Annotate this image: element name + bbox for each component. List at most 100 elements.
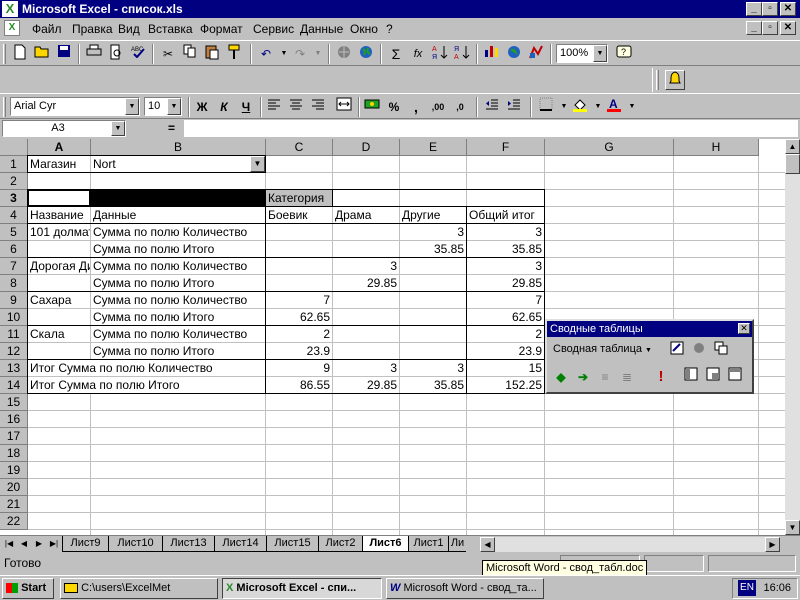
font-size-select[interactable]: 10 ▼ bbox=[144, 97, 182, 116]
select-data-icon[interactable] bbox=[703, 367, 723, 387]
cell-f11[interactable]: 2 bbox=[467, 326, 544, 342]
cell-e6[interactable]: 35.85 bbox=[400, 241, 466, 257]
align-left-icon[interactable] bbox=[264, 97, 284, 117]
chart-wizard-icon[interactable] bbox=[482, 44, 502, 64]
name-box[interactable]: A3 ▼ bbox=[2, 120, 126, 137]
restore-button[interactable]: ▫ bbox=[762, 2, 778, 16]
cell-b6[interactable]: Сумма по полю Итого bbox=[91, 241, 265, 257]
horizontal-scrollbar[interactable]: ◀ ▶ bbox=[480, 537, 780, 552]
formula-input[interactable] bbox=[184, 120, 798, 137]
open-icon[interactable] bbox=[32, 44, 52, 64]
row-header[interactable]: 14 bbox=[0, 377, 28, 394]
font-color-icon[interactable]: А bbox=[604, 97, 624, 117]
cell-f12[interactable]: 23.9 bbox=[467, 343, 544, 359]
align-right-icon[interactable] bbox=[308, 97, 328, 117]
row-header[interactable]: 9 bbox=[0, 292, 28, 309]
show-detail-icon[interactable]: ≣ bbox=[617, 367, 637, 387]
spelling-icon[interactable]: ABC bbox=[128, 44, 148, 64]
row-header[interactable]: 16 bbox=[0, 411, 28, 428]
row-header[interactable]: 8 bbox=[0, 275, 28, 292]
menu-edit[interactable]: Правка bbox=[72, 22, 113, 36]
borders-icon[interactable] bbox=[536, 97, 556, 117]
row-header[interactable]: 4 bbox=[0, 207, 28, 224]
row-header[interactable]: 3 bbox=[0, 190, 28, 207]
close-button[interactable]: ✕ bbox=[780, 2, 796, 16]
cell-b11[interactable]: Сумма по полю Количество bbox=[91, 326, 265, 342]
cell-f5[interactable]: 3 bbox=[467, 224, 544, 240]
row-header[interactable]: 11 bbox=[0, 326, 28, 343]
menu-view[interactable]: Вид bbox=[118, 22, 140, 36]
bold-button[interactable]: Ж bbox=[192, 97, 212, 117]
cell-e14[interactable]: 35.85 bbox=[400, 377, 466, 393]
scroll-down-icon[interactable]: ▼ bbox=[785, 520, 800, 535]
cell-f9[interactable]: 7 bbox=[467, 292, 544, 308]
cell-b9[interactable]: Сумма по полю Количество bbox=[91, 292, 265, 308]
fill-color-icon[interactable] bbox=[570, 97, 590, 117]
scroll-up-icon[interactable]: ▲ bbox=[785, 139, 800, 154]
sheet-tab[interactable]: Лист13 bbox=[162, 536, 214, 552]
cell-c3[interactable]: Категория bbox=[266, 190, 332, 206]
pivot-table-menu[interactable]: Сводная таблица ▼ bbox=[553, 343, 652, 355]
sheet-tab[interactable]: Лист14 bbox=[214, 536, 266, 552]
group-icon[interactable]: ➔ bbox=[573, 367, 593, 387]
cell-f4[interactable]: Общий итог bbox=[467, 207, 544, 223]
toolbar-grip[interactable] bbox=[3, 44, 6, 64]
underline-button[interactable]: Ч bbox=[236, 97, 256, 117]
menu-window[interactable]: Окно bbox=[350, 22, 378, 36]
sheet-tab[interactable]: Лист15 bbox=[266, 536, 318, 552]
undo-icon[interactable]: ↶ bbox=[256, 44, 276, 64]
cell-f8[interactable]: 29.85 bbox=[467, 275, 544, 291]
web-toolbar-icon[interactable] bbox=[356, 44, 376, 64]
start-button[interactable]: Start bbox=[2, 578, 54, 599]
column-header[interactable]: G bbox=[545, 139, 674, 156]
row-header[interactable]: 17 bbox=[0, 428, 28, 445]
cell-a4[interactable]: Название bbox=[28, 207, 90, 223]
cell-c9[interactable]: 7 bbox=[266, 292, 332, 308]
font-color-dropdown-icon[interactable]: ▼ bbox=[622, 97, 642, 117]
doc-restore-button[interactable]: ▫ bbox=[762, 21, 778, 35]
cell-a1[interactable]: Магазин bbox=[28, 156, 90, 172]
cell-c13[interactable]: 9 bbox=[266, 360, 332, 376]
cell-e5[interactable]: 3 bbox=[400, 224, 466, 240]
cell-c11[interactable]: 2 bbox=[266, 326, 332, 342]
percent-button[interactable]: % bbox=[384, 97, 404, 117]
cell-d13[interactable]: 3 bbox=[333, 360, 399, 376]
cell-a11[interactable]: Скала bbox=[28, 326, 90, 342]
redo-dropdown-icon[interactable]: ▼ bbox=[308, 44, 328, 64]
cell-f7[interactable]: 3 bbox=[467, 258, 544, 274]
equals-button[interactable]: = bbox=[168, 121, 175, 135]
toolbar-grip[interactable] bbox=[3, 97, 6, 117]
cell-f13[interactable]: 15 bbox=[467, 360, 544, 376]
align-center-icon[interactable] bbox=[286, 97, 306, 117]
sheet-tab[interactable]: Лист1 bbox=[408, 536, 448, 552]
scroll-thumb[interactable] bbox=[785, 154, 800, 174]
cell-f10[interactable]: 62.65 bbox=[467, 309, 544, 325]
zoom-select[interactable]: 100% ▼ bbox=[556, 44, 608, 63]
bell-icon[interactable] bbox=[665, 70, 685, 90]
doc-minimize-button[interactable]: _ bbox=[746, 21, 762, 35]
pivot-wizard-icon[interactable] bbox=[667, 341, 687, 361]
chevron-down-icon[interactable]: ▼ bbox=[111, 121, 125, 136]
decrease-indent-icon[interactable] bbox=[482, 97, 502, 117]
sort-ascending-icon[interactable]: АЯ bbox=[430, 44, 450, 64]
cell-f6[interactable]: 35.85 bbox=[467, 241, 544, 257]
cell-b7[interactable]: Сумма по полю Количество bbox=[91, 258, 265, 274]
workbook-control-icon[interactable]: X bbox=[4, 20, 20, 36]
refresh-data-icon[interactable] bbox=[711, 341, 731, 361]
cell-a14[interactable]: Итог Сумма по полю Итого bbox=[28, 377, 265, 393]
menu-format[interactable]: Формат bbox=[200, 22, 243, 36]
save-icon[interactable] bbox=[54, 44, 74, 64]
hyperlink-icon[interactable] bbox=[334, 44, 354, 64]
taskbar-item-word[interactable]: W Microsoft Word - свод_та... bbox=[386, 578, 544, 599]
active-cell[interactable] bbox=[27, 189, 91, 207]
redo-icon[interactable]: ↷ bbox=[290, 44, 310, 64]
cell-c10[interactable]: 62.65 bbox=[266, 309, 332, 325]
column-header[interactable]: B bbox=[91, 139, 266, 156]
row-header[interactable]: 18 bbox=[0, 445, 28, 462]
row-header[interactable]: 20 bbox=[0, 479, 28, 496]
decrease-decimal-button[interactable]: ,0 bbox=[450, 97, 470, 117]
cell-b4[interactable]: Данные bbox=[91, 207, 265, 223]
function-icon[interactable]: fx bbox=[408, 44, 428, 64]
new-icon[interactable] bbox=[10, 44, 30, 64]
vertical-scrollbar[interactable]: ▲ ▼ bbox=[785, 139, 800, 535]
